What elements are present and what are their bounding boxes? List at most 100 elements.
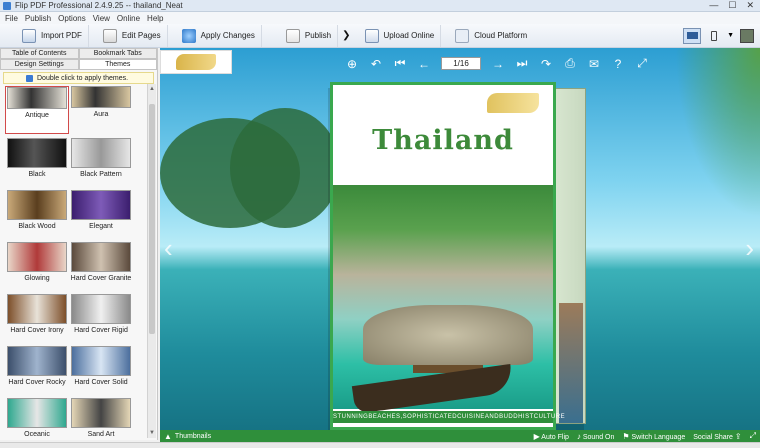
theme-label: Oceanic xyxy=(24,431,50,438)
theme-thumbnail xyxy=(7,138,67,168)
theme-black-pattern[interactable]: Black Pattern xyxy=(69,138,133,186)
fullscreen-icon[interactable]: ⤢ xyxy=(635,56,649,71)
apply-changes-icon xyxy=(181,28,196,43)
book-cover[interactable]: Thailand STUNNINGBEACHES,SOPHISTICATEDCU… xyxy=(330,82,565,430)
edit-pages-label: Edit Pages xyxy=(121,31,161,40)
theme-thumbnail xyxy=(71,86,131,108)
hint-text: Double click to apply themes. xyxy=(37,74,129,82)
background-foliage xyxy=(675,48,760,218)
tab-bookmark-tabs[interactable]: Bookmark Tabs xyxy=(78,48,157,59)
theme-aura[interactable]: Aura xyxy=(69,86,133,134)
expand-icon[interactable]: ⤢ xyxy=(750,431,756,441)
import-pdf-button[interactable]: Import PDF xyxy=(0,24,89,47)
cover-tagline: STUNNINGBEACHES,SOPHISTICATEDCUISINEANDB… xyxy=(333,411,565,423)
theme-oceanic[interactable]: Oceanic xyxy=(5,398,69,438)
menu-view[interactable]: View xyxy=(93,14,110,23)
cover-logo xyxy=(487,93,539,113)
play-icon: ▶ xyxy=(533,431,540,441)
cloud-icon xyxy=(455,28,470,43)
brand-logo xyxy=(176,54,216,70)
menu-help[interactable]: Help xyxy=(147,14,163,23)
monitor-icon xyxy=(686,32,698,39)
maximize-button[interactable]: ☐ xyxy=(728,0,736,11)
share-arrow-icon: ⇪ xyxy=(734,431,742,441)
theme-sand-art[interactable]: Sand Art xyxy=(69,398,133,438)
auto-flip-button[interactable]: ▶ Auto Flip xyxy=(534,432,569,441)
theme-thumbnail xyxy=(71,242,131,272)
scroll-up-icon[interactable]: ▲ xyxy=(149,86,155,92)
menu-file[interactable]: File xyxy=(5,14,18,23)
theme-label: Glowing xyxy=(24,275,50,282)
menu-publish[interactable]: Publish xyxy=(25,14,51,23)
hint-bar: Double click to apply themes. xyxy=(3,72,154,84)
prev-page-icon[interactable]: ← xyxy=(417,57,431,71)
speaker-icon: ♪ xyxy=(576,431,581,441)
theme-hard-cover-granite[interactable]: Hard Cover Granite xyxy=(69,242,133,290)
theme-label: Hard Cover Irony xyxy=(10,327,64,334)
tab-themes[interactable]: Themes xyxy=(78,59,157,70)
help-icon[interactable]: ? xyxy=(611,57,625,71)
upload-online-button[interactable]: Upload Online xyxy=(355,24,442,47)
theme-hard-cover-rocky[interactable]: Hard Cover Rocky xyxy=(5,346,69,394)
theme-antique[interactable]: Antique xyxy=(5,86,69,134)
import-pdf-icon xyxy=(22,28,36,43)
theme-list: Antique Aura Black Black Pattern Black W… xyxy=(3,84,145,438)
theme-label: Hard Cover Solid xyxy=(74,379,128,386)
theme-label: Black Wood xyxy=(18,223,56,230)
apply-changes-button[interactable]: Apply Changes xyxy=(168,24,262,47)
publish-button[interactable]: Publish xyxy=(262,24,339,47)
share-icon[interactable]: ↷ xyxy=(539,57,553,71)
close-button[interactable]: ✕ xyxy=(746,0,754,11)
theme-label: Sand Art xyxy=(87,431,115,438)
print-icon[interactable]: ⎙ xyxy=(563,56,577,71)
previous-arrow-icon[interactable]: ‹ xyxy=(164,233,173,264)
edit-pages-icon xyxy=(102,28,117,43)
theme-label: Hard Cover Granite xyxy=(70,275,132,282)
toolbar: Import PDF Edit Pages Apply Changes Publ… xyxy=(0,24,760,48)
upload-online-icon xyxy=(364,28,379,43)
minimize-button[interactable]: — xyxy=(709,0,718,11)
mobile-view-button[interactable] xyxy=(707,28,721,44)
undo-icon[interactable]: ↶ xyxy=(369,57,383,71)
thumbnails-button[interactable]: ▲ Thumbnails xyxy=(164,432,211,441)
desktop-view-button[interactable] xyxy=(683,27,702,44)
cover-title: Thailand xyxy=(372,125,514,156)
scrollbar-thumb[interactable] xyxy=(149,104,155,334)
theme-black[interactable]: Black xyxy=(5,138,69,186)
chevron-down-icon[interactable]: ▼ xyxy=(727,32,734,39)
switch-language-button[interactable]: ⚑ Switch Language xyxy=(622,432,685,441)
first-page-icon[interactable]: ⏮ xyxy=(393,56,407,71)
theme-elegant[interactable]: Elegant xyxy=(69,190,133,238)
title-bar: Flip PDF Professional 2.4.9.25 -- thaila… xyxy=(0,0,760,12)
edit-pages-button[interactable]: Edit Pages xyxy=(89,24,168,47)
menu-online[interactable]: Online xyxy=(117,14,140,23)
scroll-down-icon[interactable]: ▼ xyxy=(149,430,155,436)
menu-options[interactable]: Options xyxy=(58,14,86,23)
theme-hard-cover-solid[interactable]: Hard Cover Solid xyxy=(69,346,133,394)
sound-button[interactable]: ♪ Sound On xyxy=(577,432,614,441)
next-page-icon[interactable]: → xyxy=(491,57,505,71)
tab-design-settings[interactable]: Design Settings xyxy=(0,59,79,70)
theme-thumbnail xyxy=(7,294,67,324)
theme-label: Elegant xyxy=(89,223,113,230)
theme-list-scrollbar[interactable]: ▲ ▼ xyxy=(147,84,156,438)
theme-hard-cover-rigid[interactable]: Hard Cover Rigid xyxy=(69,294,133,342)
theme-thumbnail xyxy=(7,346,67,376)
publish-label: Publish xyxy=(304,31,332,40)
theme-hard-cover-irony[interactable]: Hard Cover Irony xyxy=(5,294,69,342)
chevron-right-icon: ❯ xyxy=(342,30,351,41)
tab-table-of-contents[interactable]: Table of Contents xyxy=(0,48,79,59)
theme-thumbnail xyxy=(71,294,131,324)
theme-black-wood[interactable]: Black Wood xyxy=(5,190,69,238)
theme-label: Antique xyxy=(25,112,49,119)
theme-thumbnail xyxy=(7,242,67,272)
next-arrow-icon[interactable]: › xyxy=(745,233,754,264)
social-share-button[interactable]: Social Share ⇪ xyxy=(693,432,741,441)
page-indicator[interactable]: 1/16 xyxy=(441,57,481,70)
email-icon[interactable]: ✉ xyxy=(587,57,601,71)
preview-thumbnail[interactable] xyxy=(740,28,754,43)
cloud-platform-button[interactable]: Cloud Platform xyxy=(441,25,533,47)
last-page-icon[interactable]: ⏭ xyxy=(515,56,529,71)
zoom-icon[interactable]: ⊕ xyxy=(345,57,359,71)
theme-glowing[interactable]: Glowing xyxy=(5,242,69,290)
